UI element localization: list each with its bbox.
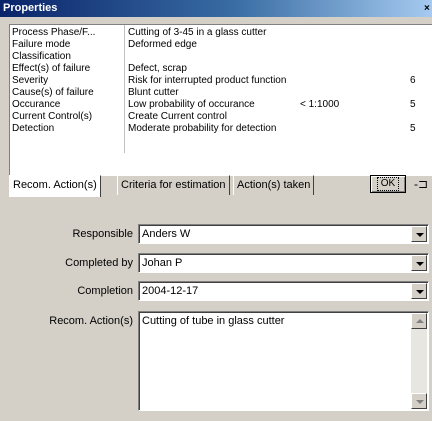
property-row[interactable]: Detection Moderate probability for detec… [10, 123, 432, 135]
tab-label: Criteria for estimation [121, 179, 226, 191]
property-row[interactable]: Occurance Low probability of occurance <… [10, 99, 432, 111]
responsible-label: Responsible [72, 228, 133, 240]
responsible-value: Anders W [142, 228, 191, 240]
property-score: 5 [410, 99, 416, 110]
property-value: Blunt cutter [128, 87, 179, 98]
completion-value: 2004-12-17 [142, 285, 199, 297]
chevron-down-icon[interactable] [411, 226, 427, 242]
property-value: Cutting of 3-45 in a glass cutter [128, 27, 267, 38]
property-row[interactable]: Process Phase/F... Cutting of 3-45 in a … [10, 27, 432, 39]
completed-by-value: Johan P [142, 257, 183, 269]
completed-by-label: Completed by [65, 257, 133, 269]
property-label: Current Control(s) [12, 111, 93, 122]
property-score: 5 [410, 123, 416, 134]
recom-actions-text: Cutting of tube in glass cutter [142, 315, 285, 327]
tab-criteria-for-estimation[interactable]: Criteria for estimation [117, 175, 230, 195]
properties-table: Process Phase/F... Cutting of 3-45 in a … [9, 24, 432, 176]
property-note: < 1:1000 [300, 99, 340, 110]
tab-recom-actions[interactable]: Recom. Action(s) [9, 175, 101, 197]
property-row[interactable]: Current Control(s) Create Current contro… [10, 111, 432, 123]
property-value [128, 51, 388, 63]
pin-icon[interactable]: -⊐ [414, 175, 432, 193]
property-value: Create Current control [128, 111, 227, 122]
vertical-scrollbar[interactable] [411, 313, 427, 409]
close-icon[interactable]: × [424, 2, 432, 15]
completed-by-combo[interactable]: Johan P [138, 253, 429, 273]
completion-date-combo[interactable]: 2004-12-17 [138, 281, 429, 301]
property-label: Severity [12, 75, 49, 86]
window-titlebar: Properties × [0, 0, 432, 17]
property-value: Risk for interrupted product function [128, 75, 287, 86]
property-value: Defect, scrap [128, 63, 187, 74]
tab-label: Recom. Action(s) [13, 179, 97, 191]
recom-actions-textarea[interactable]: Cutting of tube in glass cutter [138, 311, 429, 411]
property-score: 6 [410, 75, 416, 86]
property-label: Detection [12, 123, 55, 134]
chevron-down-icon[interactable] [411, 255, 427, 271]
ok-button-label: OK [376, 177, 400, 191]
property-row[interactable]: Severity Risk for interrupted product fu… [10, 75, 432, 87]
property-label: Classification [12, 51, 71, 62]
properties-window: Process Phase/F... Cutting of 3-45 in a … [0, 17, 432, 421]
property-row[interactable]: Classification [10, 51, 432, 63]
property-label: Failure mode [12, 39, 71, 50]
tab-label: Action(s) taken [237, 179, 311, 191]
window-title: Properties [3, 2, 58, 14]
completion-label: Completion [77, 285, 133, 297]
property-label: Cause(s) of failure [12, 87, 94, 98]
property-value: Deformed edge [128, 39, 197, 50]
property-label: Occurance [12, 99, 61, 110]
property-value: Low probability of occurance [128, 99, 255, 110]
property-label: Process Phase/F... [12, 27, 96, 38]
property-row[interactable]: Cause(s) of failure Blunt cutter [10, 87, 432, 99]
chevron-down-icon[interactable] [411, 283, 427, 299]
property-label: Effect(s) of failure [12, 63, 91, 74]
scroll-up-icon[interactable] [411, 313, 427, 329]
responsible-combo[interactable]: Anders W [138, 224, 429, 244]
scroll-down-icon[interactable] [411, 393, 427, 409]
tab-actions-taken[interactable]: Action(s) taken [233, 175, 315, 195]
ok-button[interactable]: OK [370, 175, 406, 193]
property-row[interactable]: Failure mode Deformed edge [10, 39, 432, 51]
recom-actions-label: Recom. Action(s) [49, 315, 133, 327]
property-value: Moderate probability for detection [128, 123, 277, 134]
property-row[interactable]: Effect(s) of failure Defect, scrap [10, 63, 432, 75]
